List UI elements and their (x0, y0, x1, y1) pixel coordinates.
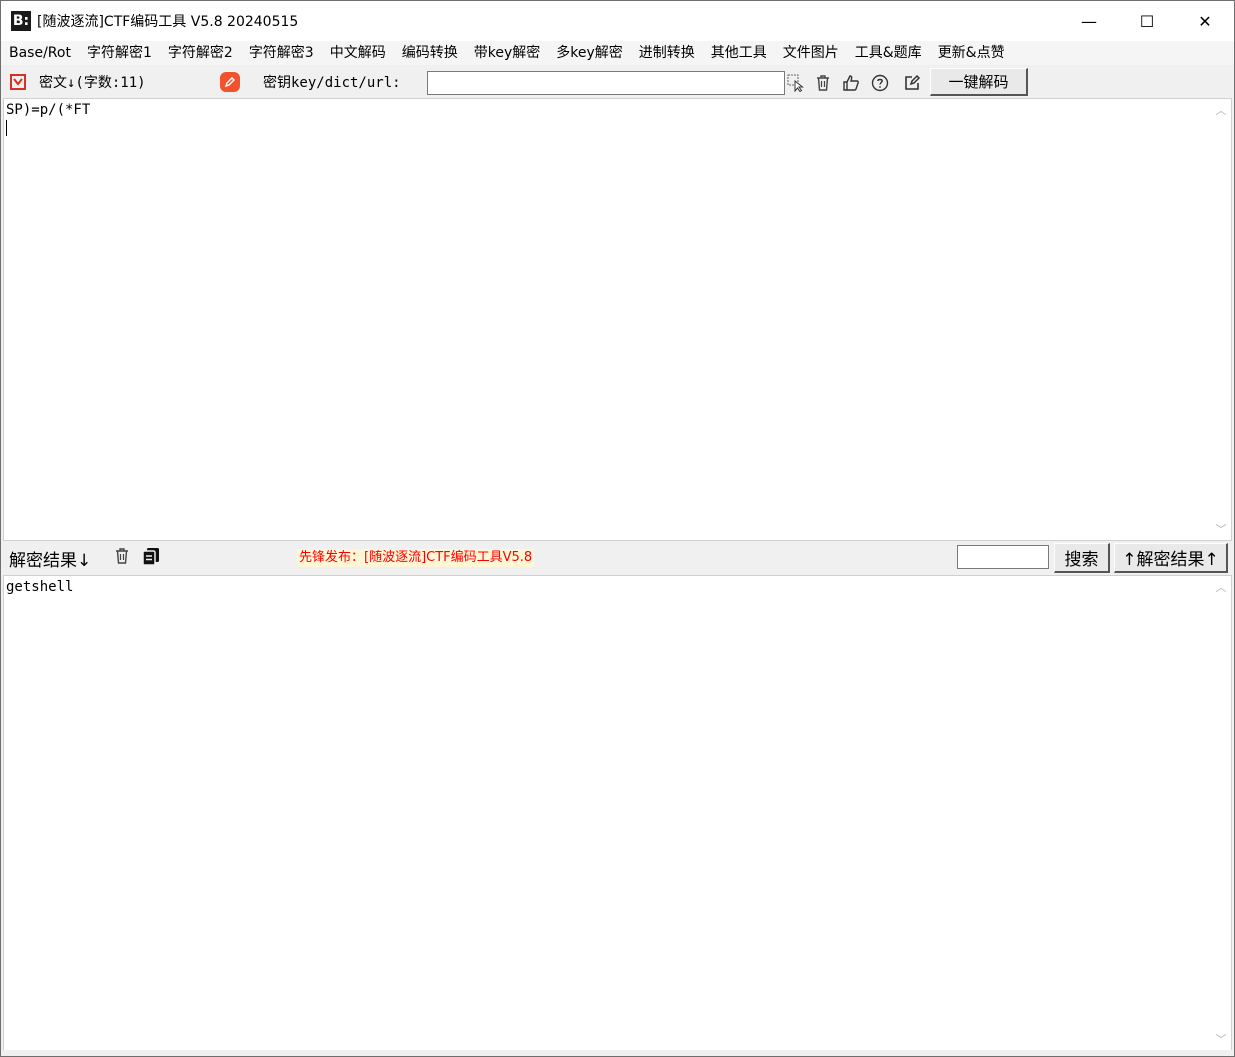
edit-icon[interactable] (901, 72, 923, 94)
minimize-button[interactable]: — (1060, 1, 1118, 41)
menu-multi-key-decrypt[interactable]: 多key解密 (548, 41, 631, 65)
scroll-down-icon[interactable]: ﹀ (1211, 520, 1231, 538)
edit-badge-button[interactable] (220, 67, 240, 97)
pointer-icon[interactable] (785, 72, 807, 94)
close-button[interactable]: ✕ (1176, 1, 1234, 41)
app-window: B: [随波逐流]CTF编码工具 V5.8 20240515 — ☐ ✕ Bas… (0, 0, 1235, 1057)
menu-other-tools[interactable]: 其他工具 (703, 41, 775, 65)
window-title: [随波逐流]CTF编码工具 V5.8 20240515 (37, 14, 299, 30)
result-to-cipher-button[interactable]: ↑解密结果↑ (1114, 543, 1228, 573)
menu-char-decrypt-3[interactable]: 字符解密3 (241, 41, 322, 65)
help-icon[interactable] (869, 72, 891, 94)
import-icon (9, 73, 27, 91)
thumbs-up-icon[interactable] (840, 72, 862, 94)
cipher-scrollbar[interactable]: ︿ ﹀ (1211, 99, 1231, 540)
key-input[interactable] (427, 71, 785, 95)
status-bar (1, 1050, 1234, 1056)
promo-text: 先锋发布：[随波逐流]CTF编码工具V5.8 (297, 549, 535, 567)
cipher-toolbar: 密文↓(字数:11) 密钥key/dict/url: 一键解码 (1, 67, 1234, 97)
trash-icon (113, 547, 131, 569)
cipher-textarea[interactable]: SP)=p/(*FT ︿ ﹀ (3, 98, 1232, 541)
copy-icon (141, 546, 161, 570)
menu-char-decrypt-1[interactable]: 字符解密1 (79, 41, 160, 65)
trash-icon[interactable] (812, 72, 834, 94)
import-button[interactable] (9, 67, 27, 97)
menu-key-decrypt[interactable]: 带key解密 (466, 41, 549, 65)
one-click-decode-button[interactable]: 一键解码 (930, 68, 1028, 96)
scroll-up-icon[interactable]: ︿ (1211, 578, 1231, 596)
menu-update-like[interactable]: 更新&点赞 (930, 41, 1013, 65)
menu-base-conversion[interactable]: 进制转换 (631, 41, 703, 65)
logo-icon: B: (11, 11, 31, 31)
cipher-label: 密文↓(字数:11) (39, 75, 146, 91)
menu-chinese-decode[interactable]: 中文解码 (322, 41, 394, 65)
scroll-up-icon[interactable]: ︿ (1211, 101, 1231, 119)
result-text: getshell (6, 579, 74, 595)
cipher-text: SP)=p/(*FT (6, 102, 91, 118)
result-scrollbar[interactable]: ︿ ﹀ (1211, 576, 1231, 1050)
menu-tools-questions[interactable]: 工具&题库 (847, 41, 930, 65)
edit-badge-icon (220, 72, 240, 92)
window-controls: — ☐ ✕ (1060, 1, 1234, 41)
result-toolbar: 解密结果↓ 先锋发布：[随波逐流]CTF编码工具V5.8 搜索 ↑解密结果↑ (1, 541, 1234, 575)
result-label: 解密结果↓ (9, 550, 92, 571)
menu-base-rot[interactable]: Base/Rot (1, 41, 79, 65)
cipher-text-wrapper: SP)=p/(*FT (6, 101, 1209, 137)
search-input[interactable] (957, 545, 1049, 569)
result-textarea[interactable]: getshell ︿ ﹀ (3, 575, 1232, 1051)
menu-file-image[interactable]: 文件图片 (775, 41, 847, 65)
scroll-down-icon[interactable]: ﹀ (1211, 1030, 1231, 1048)
search-button[interactable]: 搜索 (1054, 543, 1110, 573)
maximize-button[interactable]: ☐ (1118, 1, 1176, 41)
title-bar: B: [随波逐流]CTF编码工具 V5.8 20240515 — ☐ ✕ (1, 1, 1234, 41)
key-label: 密钥key/dict/url: (263, 75, 401, 91)
menu-encoding-convert[interactable]: 编码转换 (394, 41, 466, 65)
clear-result-button[interactable] (113, 541, 131, 575)
menu-char-decrypt-2[interactable]: 字符解密2 (160, 41, 241, 65)
copy-result-button[interactable] (141, 541, 161, 575)
text-caret (6, 120, 7, 136)
menu-bar: Base/Rot 字符解密1 字符解密2 字符解密3 中文解码 编码转换 带ke… (1, 41, 1234, 65)
